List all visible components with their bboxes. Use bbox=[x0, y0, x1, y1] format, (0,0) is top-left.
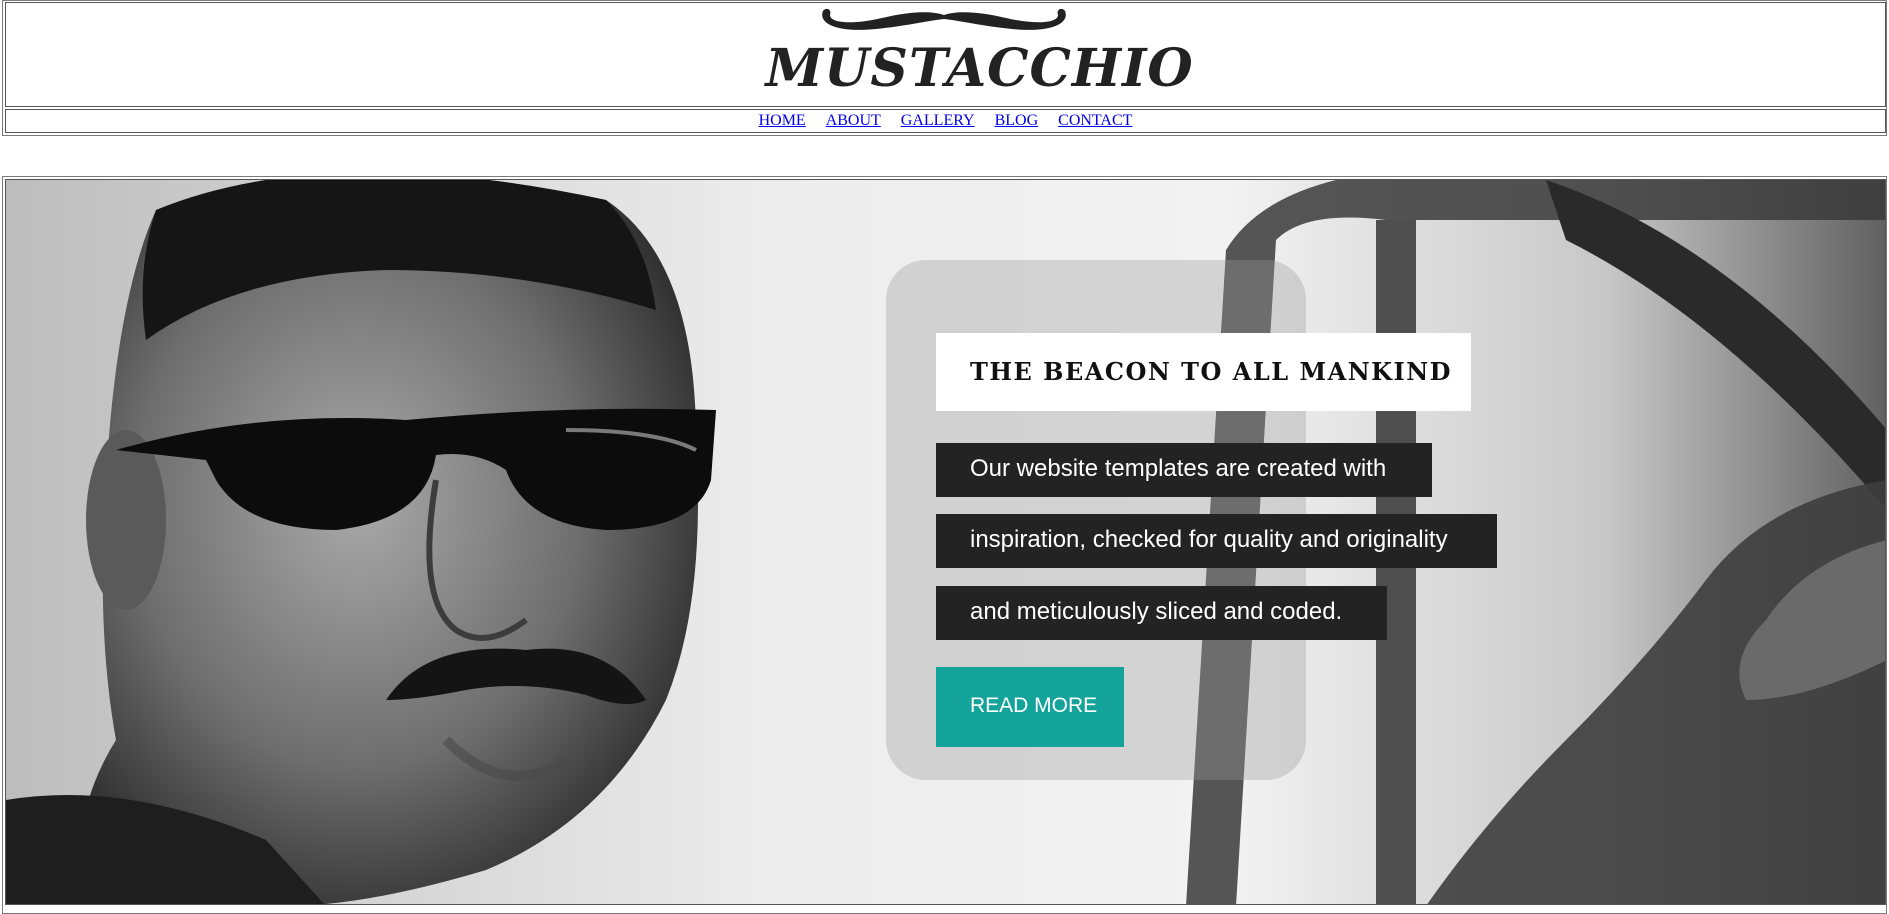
nav-bar: HOME ABOUT GALLERY BLOG CONTACT bbox=[5, 109, 1886, 133]
logo-cell: MUSTACCHIO bbox=[5, 2, 1886, 107]
hero-description-line: inspiration, checked for quality and ori… bbox=[936, 514, 1497, 568]
nav-menu: HOME ABOUT GALLERY BLOG CONTACT bbox=[751, 112, 1141, 130]
mustache-icon bbox=[821, 8, 1066, 30]
hero-description-line: and meticulously sliced and coded. bbox=[936, 586, 1387, 640]
read-more-button[interactable]: READ MORE bbox=[936, 667, 1124, 747]
nav-blog-link[interactable]: BLOG bbox=[995, 112, 1039, 129]
nav-gallery-link[interactable]: GALLERY bbox=[901, 112, 975, 129]
nav-about-link[interactable]: ABOUT bbox=[826, 112, 881, 129]
nav-contact-link[interactable]: CONTACT bbox=[1058, 112, 1132, 129]
logo[interactable]: MUSTACCHIO bbox=[765, 3, 1194, 106]
nav-home-link[interactable]: HOME bbox=[759, 112, 806, 129]
hero-description-line: Our website templates are created with bbox=[936, 443, 1432, 497]
logo-wordmark: MUSTACCHIO bbox=[765, 38, 1194, 99]
hero-headline: THE BEACON TO ALL MANKIND bbox=[936, 333, 1471, 411]
